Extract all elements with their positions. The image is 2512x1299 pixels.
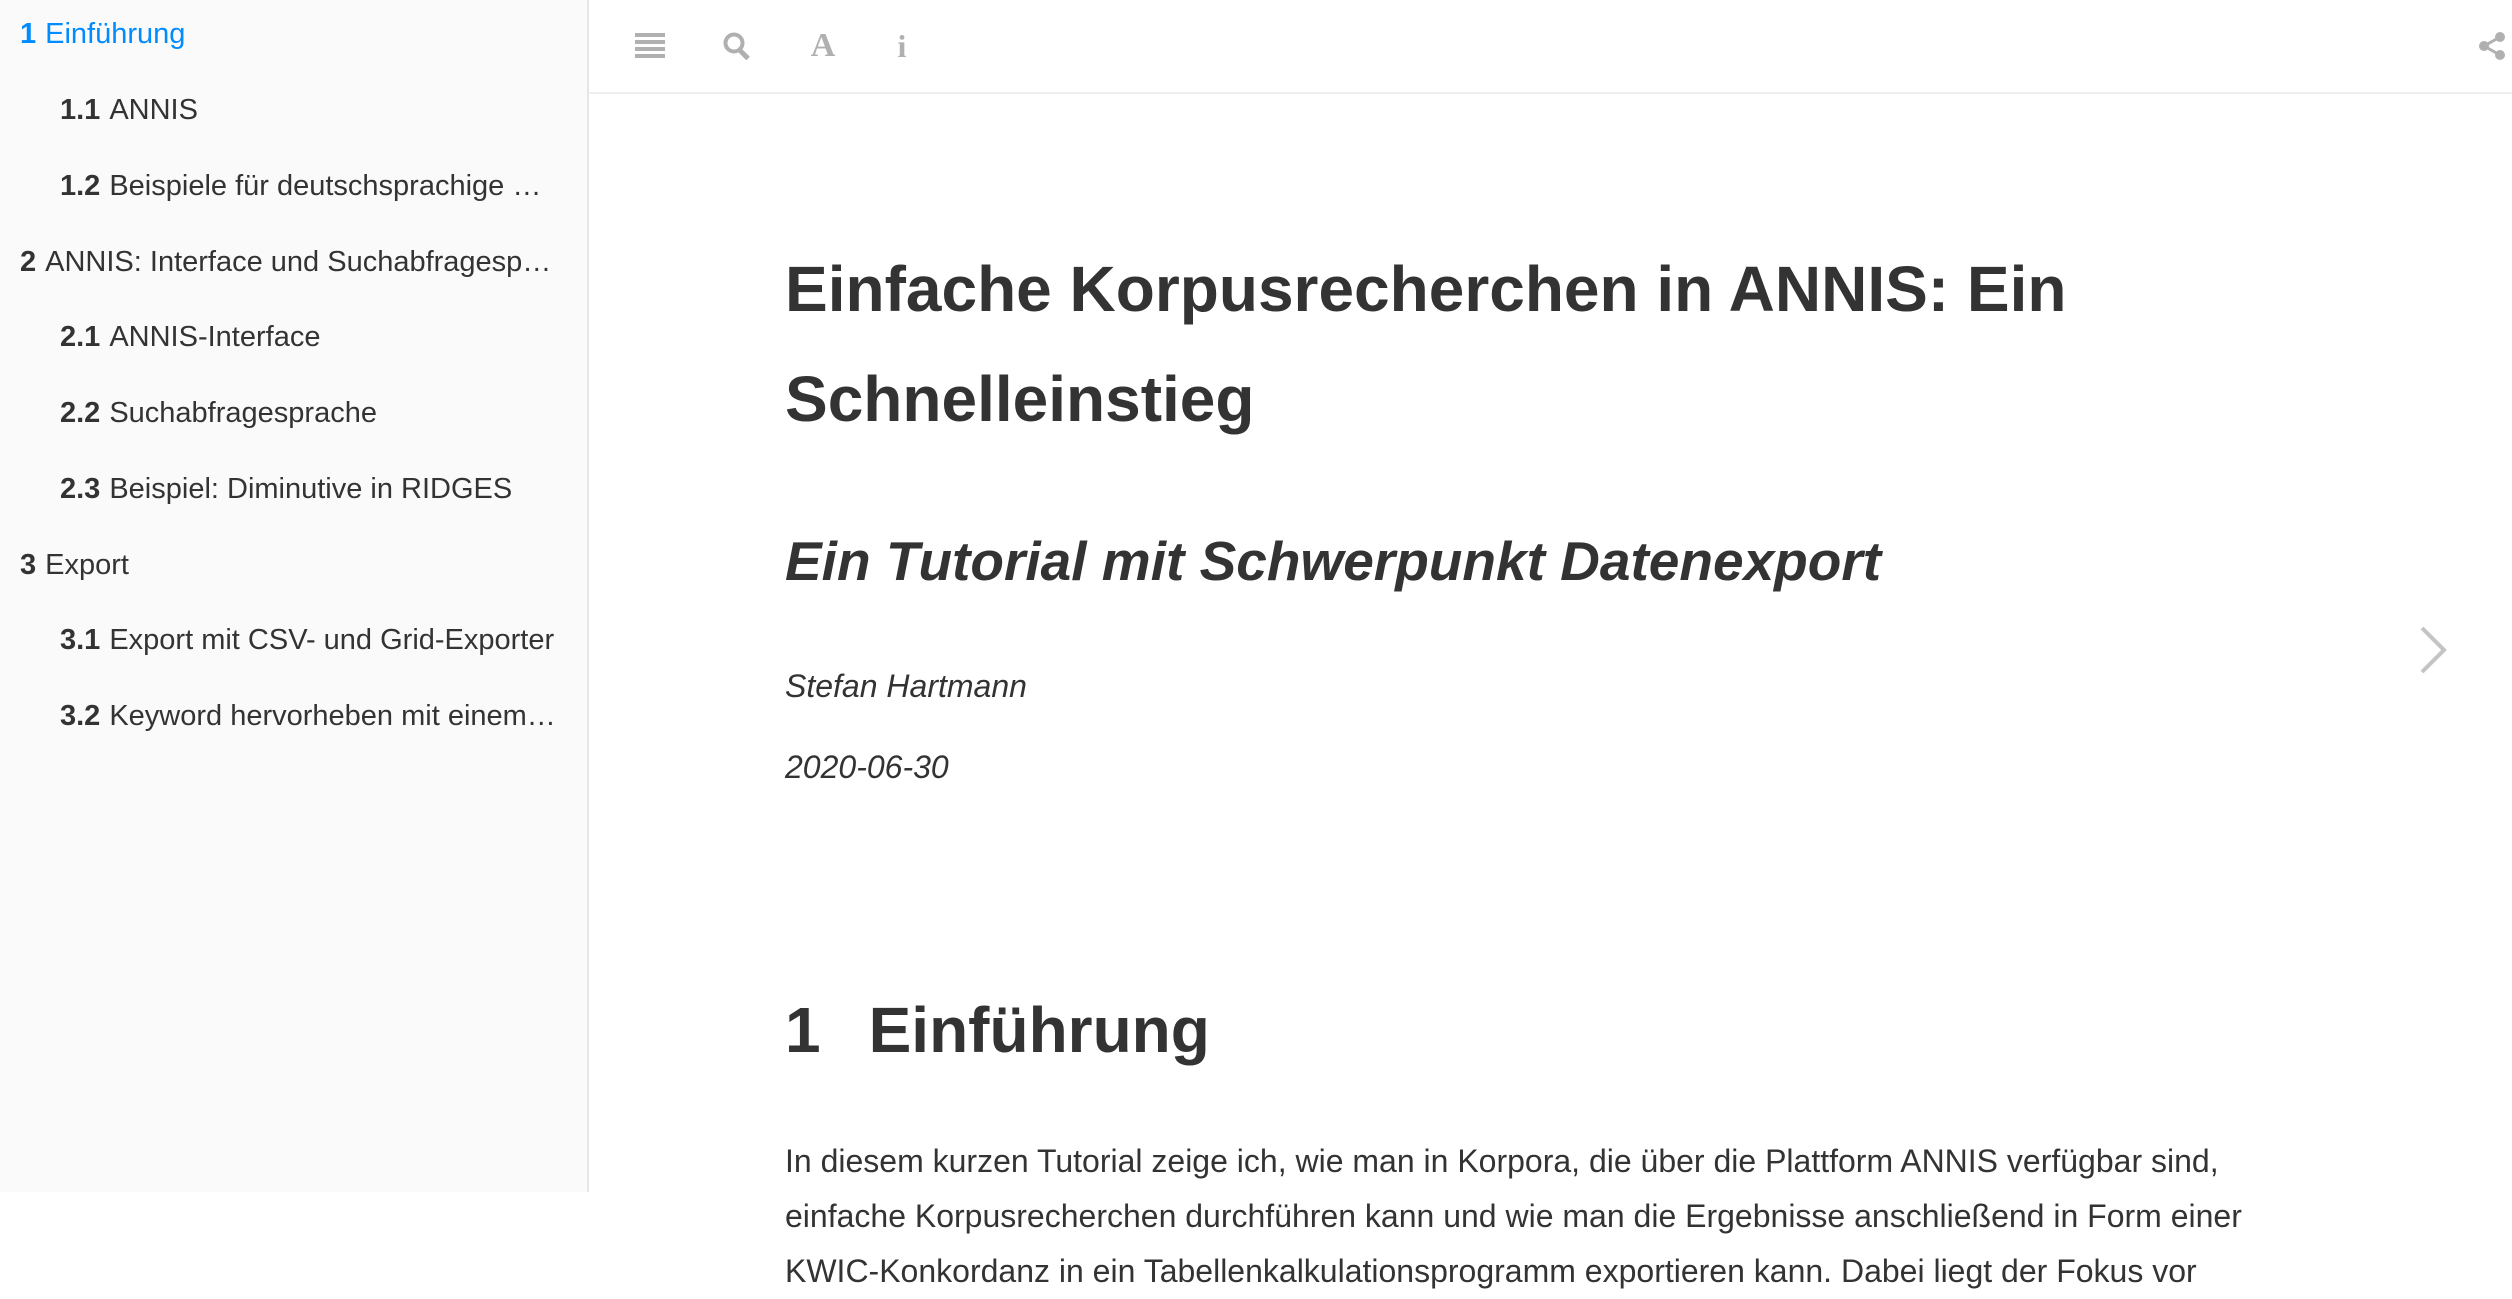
toc-item-beispiele[interactable]: 1.2 Beispiele für deutschsprachige … [60, 167, 560, 205]
toc-item-label: ANNIS-Interface [109, 321, 321, 353]
toc-item-annis[interactable]: 1.1 ANNIS [60, 91, 560, 129]
toc-item-interface-suchabfragesprache[interactable]: 2 ANNIS: Interface und Suchabfragesp… [20, 243, 560, 281]
toc-item-suchabfragesprache[interactable]: 2.2 Suchabfragesprache [60, 394, 560, 432]
share-icon [2479, 32, 2505, 60]
document-date: 2020-06-30 [785, 749, 949, 785]
chevron-right-icon [2420, 626, 2447, 674]
toc-item-label: ANNIS: Interface und Suchabfragesp… [45, 246, 552, 278]
toc-item-einfuehrung[interactable]: 1 Einführung [20, 15, 560, 53]
toc-item-number: 2 [20, 246, 37, 278]
toc-item-export[interactable]: 3 Export [20, 546, 560, 584]
document-title: Einfache Korpusrecherchen in ANNIS: Ein … [785, 253, 2067, 435]
font-settings-button[interactable]: A [803, 26, 843, 66]
toc-item-label: Einführung [45, 18, 186, 50]
font-icon: A [810, 27, 836, 64]
toc-item-diminutive[interactable]: 2.3 Beispiel: Diminutive in RIDGES [60, 470, 560, 508]
toc-sidebar: 1 Einführung 1.1 ANNIS 1.2 Beispiele für de… [0, 0, 589, 1192]
toc-item-label: Suchabfragesprache [109, 397, 377, 429]
toc-item-label: ANNIS [109, 94, 198, 126]
toggle-sidebar-button[interactable] [630, 26, 670, 66]
section-heading: 1 Einführung [785, 990, 1210, 1070]
share-button[interactable] [2472, 26, 2512, 66]
toc-item-label: Keyword hervorheben mit einem… [109, 700, 556, 732]
toc-item-label: Export mit CSV- und Grid-Exporter [109, 624, 555, 656]
book-toolbar: A i [589, 0, 2512, 94]
toc-item-annis-interface[interactable]: 2.1 ANNIS-Interface [60, 318, 560, 356]
info-button[interactable]: i [882, 26, 922, 66]
section-title: Einführung [868, 994, 1210, 1066]
toc-item-number: 2.2 [60, 397, 101, 429]
toc-item-number: 3.1 [60, 624, 101, 656]
toc-item-label: Beispiele für deutschsprachige … [109, 170, 542, 202]
intro-paragraph: In diesem kurzen Tutorial zeige ich, wie… [785, 1143, 2242, 1289]
toc-item-number: 1.2 [60, 170, 101, 202]
toc-item-number: 3 [20, 549, 37, 581]
toc-item-label: Beispiel: Diminutive in RIDGES [109, 473, 513, 505]
document-subtitle: Ein Tutorial mit Schwerpunkt Datenexport [785, 530, 1882, 592]
toc-item-number: 1 [20, 18, 37, 50]
search-button[interactable] [717, 26, 757, 66]
toc-item-keyword-hervorheben[interactable]: 3.2 Keyword hervorheben mit einem… [60, 697, 560, 735]
toc-item-number: 2.1 [60, 321, 101, 353]
search-icon [723, 32, 750, 61]
toc-item-number: 2.3 [60, 473, 101, 505]
info-icon: i [897, 27, 907, 64]
section-number: 1 [785, 994, 821, 1066]
toc-item-csv-grid-exporter[interactable]: 3.1 Export mit CSV- und Grid-Exporter [60, 621, 560, 659]
next-page-button[interactable] [2410, 618, 2456, 682]
toc-item-label: Export [45, 549, 129, 581]
document-author: Stefan Hartmann [785, 668, 1027, 704]
toc-item-number: 3.2 [60, 700, 101, 732]
toc-item-number: 1.1 [60, 94, 101, 126]
menu-icon [635, 33, 665, 58]
